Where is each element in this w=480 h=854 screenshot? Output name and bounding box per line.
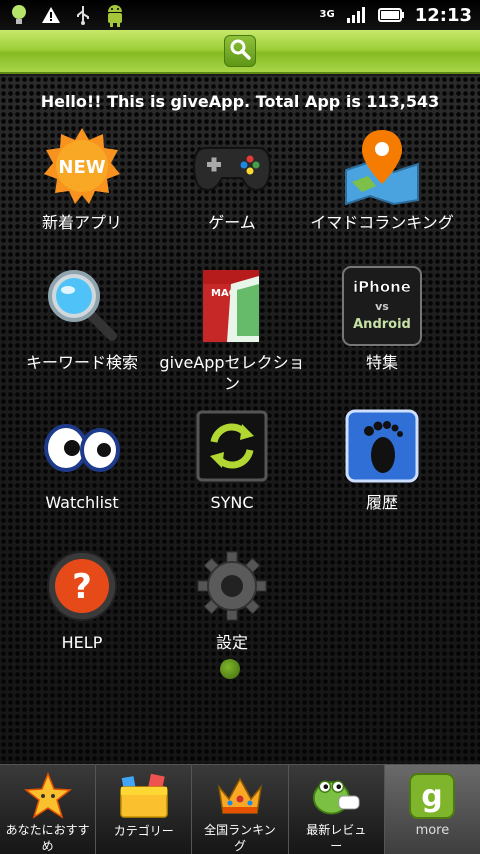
tile-label: giveAppセレクション [159, 353, 305, 393]
help-icon: ? [42, 546, 122, 626]
tile-label: 特集 [365, 353, 398, 372]
tile-label: 履歴 [365, 493, 398, 512]
frog-chat-icon [311, 771, 361, 820]
sync-icon [192, 406, 272, 486]
tile-special-feature[interactable]: iPhone vs Android 特集 [307, 266, 457, 373]
tile-label: SYNC [210, 493, 254, 512]
tile-new-apps[interactable]: NEW 新着アプリ [7, 126, 157, 233]
tile-local-ranking[interactable]: イマドコランキング [307, 126, 457, 233]
star-icon [23, 771, 73, 820]
search-icon [229, 38, 251, 64]
main-grid-area: Hello!! This is giveApp. Total App is 11… [0, 76, 480, 764]
status-bar: 3G 12:13 [0, 0, 480, 30]
tile-watchlist[interactable]: Watchlist [7, 406, 157, 513]
signal-icon [345, 4, 367, 26]
svg-text:iPhone: iPhone [353, 278, 411, 296]
tile-sync[interactable]: SYNC [157, 406, 307, 513]
svg-text:Android: Android [353, 317, 411, 332]
tile-label: イマドコランキング [310, 213, 454, 232]
tile-keyword-search[interactable]: キーワード検索 [7, 266, 157, 373]
tile-history[interactable]: 履歴 [307, 406, 457, 513]
search-header [0, 30, 480, 74]
usb-icon [72, 4, 94, 26]
iphone-vs-android-icon: iPhone vs Android [342, 266, 422, 346]
map-pin-icon [342, 126, 422, 206]
android-icon [104, 4, 126, 27]
magnifier-icon [42, 266, 122, 346]
svg-text:NEW: NEW [58, 157, 105, 178]
tile-label: キーワード検索 [25, 353, 138, 372]
tile-games[interactable]: ゲーム [157, 126, 307, 233]
tab-recommended[interactable]: あなたにおすすめ [0, 765, 97, 854]
warning-icon [40, 4, 62, 26]
tile-help[interactable]: ? HELP [7, 546, 157, 653]
svg-text:?: ? [72, 567, 92, 607]
tile-label: Watchlist [45, 493, 119, 512]
folder-icon [119, 771, 169, 821]
lightbulb-icon [8, 4, 30, 26]
search-button[interactable] [224, 35, 256, 67]
eyes-icon [42, 406, 122, 486]
tile-label: HELP [61, 633, 103, 652]
footprint-icon [342, 406, 422, 486]
svg-text:g: g [422, 779, 443, 814]
magazine-icon: MAG [192, 266, 272, 346]
welcome-banner: Hello!! This is giveApp. Total App is 11… [40, 92, 440, 111]
tab-label: 全国ランキング [204, 823, 276, 853]
tab-label: あなたにおすすめ [5, 823, 90, 853]
gamepad-icon [192, 126, 272, 206]
bottom-tab-bar: あなたにおすすめ カテゴリー 全国ランキング 最新レビュー g more [0, 764, 480, 854]
page-indicator [220, 659, 240, 679]
tile-settings[interactable]: 設定 [157, 546, 307, 653]
tab-label: 最新レビュー [306, 823, 367, 853]
new-badge-icon: NEW [42, 126, 122, 206]
battery-icon [377, 4, 405, 26]
tile-label: ゲーム [208, 213, 256, 232]
network-type: 3G [319, 9, 335, 20]
tab-more[interactable]: g more [384, 765, 480, 854]
tile-giveapp-selection[interactable]: MAG giveAppセレクション [157, 266, 307, 394]
tab-latest-reviews[interactable]: 最新レビュー [289, 765, 385, 854]
tab-category[interactable]: カテゴリー [96, 765, 193, 854]
tab-national-ranking[interactable]: 全国ランキング [192, 765, 289, 854]
svg-text:vs: vs [375, 300, 389, 313]
status-right: 3G 12:13 [320, 4, 472, 26]
tile-label: 設定 [215, 633, 248, 652]
tab-label: カテゴリー [113, 824, 174, 838]
status-left [8, 4, 126, 27]
tab-label: more [415, 823, 450, 838]
crown-icon [215, 771, 265, 820]
tile-label: 新着アプリ [41, 213, 122, 232]
g-logo-icon: g [407, 771, 457, 821]
clock: 12:13 [414, 4, 472, 26]
settings-gear-icon [192, 546, 272, 626]
